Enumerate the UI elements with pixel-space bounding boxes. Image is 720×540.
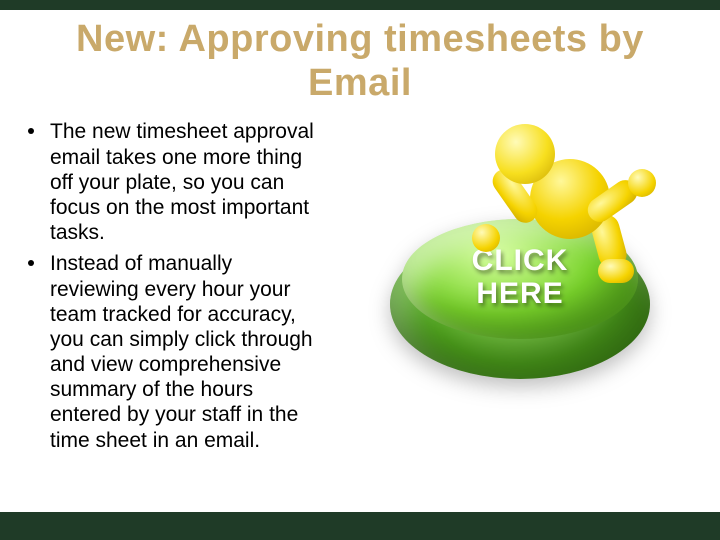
bullet-text: The new timesheet approval email takes o… (50, 120, 314, 244)
slide: New: Approving timesheets by Email The n… (0, 0, 720, 540)
bottom-bar (0, 512, 720, 540)
list-item: The new timesheet approval email takes o… (24, 119, 324, 245)
bullet-dot-icon (28, 128, 34, 134)
bullet-dot-icon (28, 260, 34, 266)
figure-icon (480, 119, 660, 299)
bullet-list: The new timesheet approval email takes o… (24, 119, 324, 458)
bullet-text: Instead of manually reviewing every hour… (50, 252, 313, 451)
content-row: The new timesheet approval email takes o… (0, 119, 720, 458)
top-bar (0, 0, 720, 10)
click-here-scene: CLICK HERE (350, 129, 670, 389)
slide-title: New: Approving timesheets by Email (20, 18, 700, 105)
illustration: CLICK HERE (324, 119, 696, 389)
list-item: Instead of manually reviewing every hour… (24, 251, 324, 453)
